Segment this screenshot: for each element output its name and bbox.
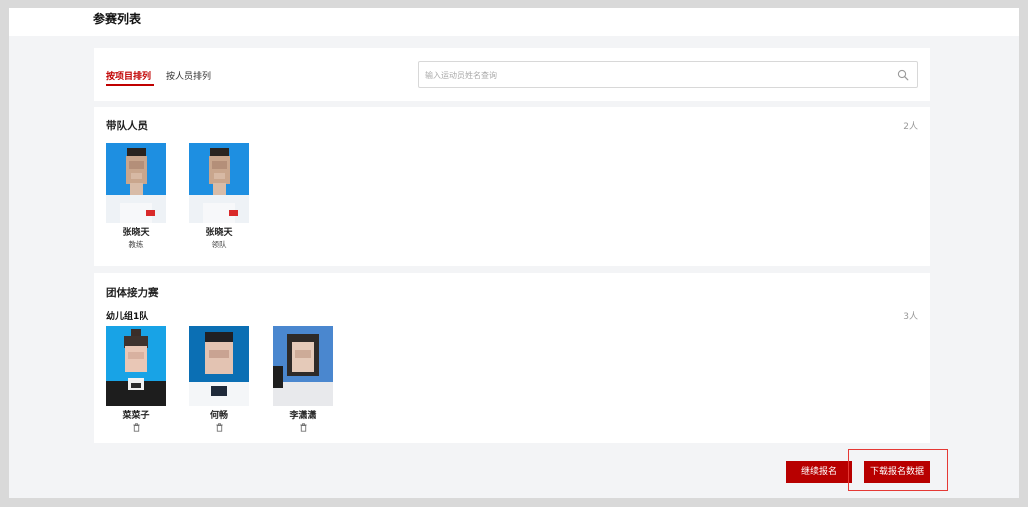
leaders-section: 带队人员 2人 张晓天 教练 张晓天 领队: [94, 107, 930, 266]
athlete-card: 菜菜子: [106, 326, 166, 432]
member-name: 何畅: [209, 411, 228, 421]
member-role: 领队: [211, 240, 227, 249]
member-photo: [189, 326, 249, 406]
leader-card: 张晓天 教练: [106, 143, 166, 250]
athlete-card: 何畅: [189, 326, 249, 432]
section-title: 团体接力赛: [106, 287, 159, 299]
athlete-card: 李潇潇: [273, 326, 333, 432]
continue-registration-button[interactable]: 继续报名: [786, 461, 852, 483]
member-count: 3人: [903, 312, 918, 322]
member-role: 教练: [128, 240, 144, 249]
relay-section: 团体接力赛 幼儿组1队 3人 菜菜子 何畅 李潇潇: [94, 273, 930, 443]
active-tab-indicator: [106, 84, 154, 86]
team-name: 幼儿组1队: [106, 312, 149, 322]
member-name: 张晓天: [205, 228, 233, 238]
app-frame: 参赛列表 按项目排列 按人员排列 带队人员 2人: [9, 8, 1019, 498]
tab-by-event[interactable]: 按项目排列: [106, 69, 151, 82]
trash-icon[interactable]: [215, 423, 224, 432]
member-photo: [106, 326, 166, 406]
filter-panel: 按项目排列 按人员排列: [94, 48, 930, 101]
page-header: 参赛列表: [9, 8, 1019, 36]
page-title: 参赛列表: [93, 12, 142, 26]
search-input[interactable]: [425, 66, 885, 84]
member-count: 2人: [903, 122, 918, 132]
trash-icon[interactable]: [299, 423, 308, 432]
tab-by-person[interactable]: 按人员排列: [166, 69, 211, 82]
member-name: 菜菜子: [122, 411, 150, 421]
trash-icon[interactable]: [132, 423, 141, 432]
download-registration-data-button[interactable]: 下载报名数据: [864, 461, 930, 483]
member-name: 张晓天: [122, 228, 150, 238]
search-icon[interactable]: [897, 69, 909, 81]
member-photo: [189, 143, 249, 223]
search-box[interactable]: [418, 61, 918, 88]
member-photo: [106, 143, 166, 223]
leader-card: 张晓天 领队: [189, 143, 249, 250]
section-title: 带队人员: [106, 120, 148, 132]
member-name: 李潇潇: [289, 411, 317, 421]
member-photo: [273, 326, 333, 406]
